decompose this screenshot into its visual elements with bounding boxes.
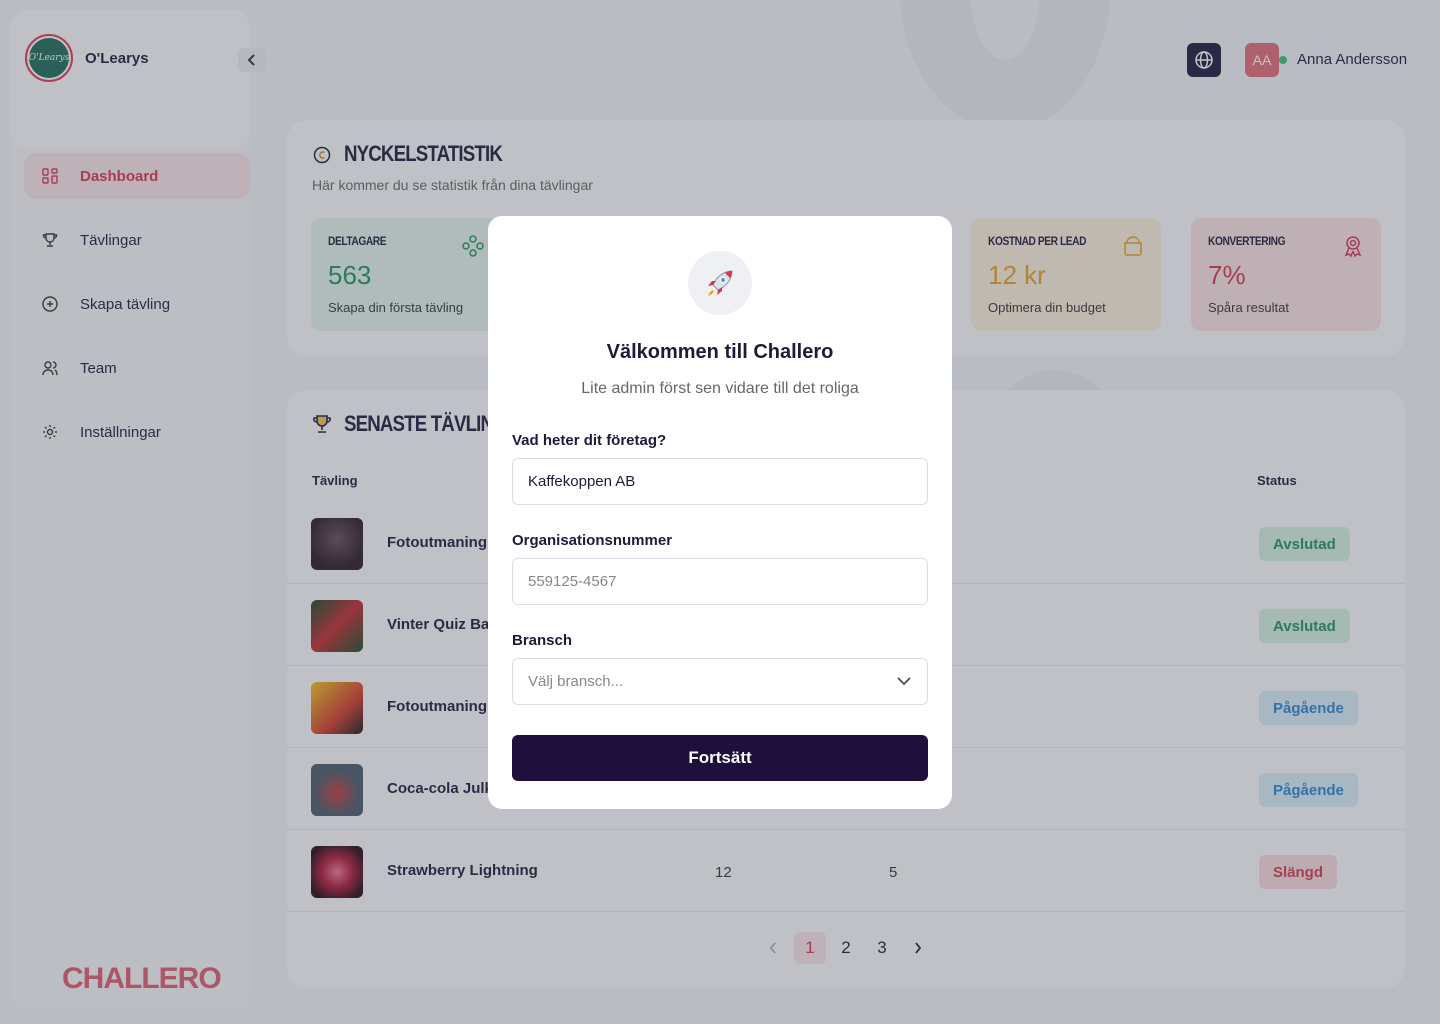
company-name-label: Vad heter dit företag?	[512, 432, 667, 449]
welcome-modal: Välkommen till Challero Lite admin först…	[488, 216, 952, 809]
modal-subtitle: Lite admin först sen vidare till det rol…	[581, 380, 859, 397]
industry-select-placeholder: Välj bransch...	[528, 673, 624, 690]
company-name-input[interactable]	[512, 458, 928, 505]
org-number-input[interactable]	[512, 558, 928, 605]
chevron-down-icon	[897, 677, 911, 686]
modal-title: Välkommen till Challero	[606, 341, 834, 363]
rocket-icon	[688, 251, 752, 315]
org-number-label: Organisationsnummer	[512, 532, 673, 549]
industry-select[interactable]: Välj bransch...	[512, 658, 928, 705]
continue-button[interactable]: Fortsätt	[512, 735, 928, 781]
industry-label: Bransch	[512, 632, 573, 649]
